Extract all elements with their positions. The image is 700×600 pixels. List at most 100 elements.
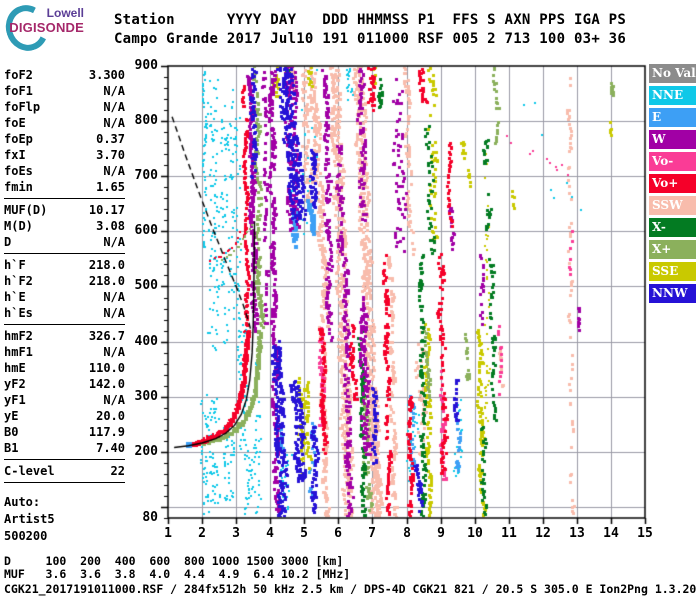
y-tick-label: 400 xyxy=(134,334,158,349)
param-row: yF1 N/A xyxy=(4,392,125,408)
param-label: M(D) xyxy=(4,219,33,233)
param-label: h`E xyxy=(4,290,26,304)
param-label: fmin xyxy=(4,180,33,194)
legend-item-nne: NNE xyxy=(649,86,696,105)
param-value: 117.9 xyxy=(88,425,125,439)
param-group: h`F 218.0 h`F2 218.0 h`E N/A h`Es N/A xyxy=(4,256,125,325)
x-tick-label: 4 xyxy=(266,526,274,541)
param-value: 0.37 xyxy=(96,132,125,146)
x-tick-label: 6 xyxy=(334,526,342,541)
autoscaling-line: Auto: xyxy=(4,495,41,509)
y-tick-label: 500 xyxy=(134,278,158,293)
parameter-panel: foF2 3.300 foF1 N/A foFlp N/A foE N/A foEp 0.37 fx… xyxy=(4,66,125,545)
param-value: 22 xyxy=(110,464,125,478)
param-row: h`F2 218.0 xyxy=(4,273,125,289)
param-row: D N/A xyxy=(4,234,125,250)
x-tick-label: 2 xyxy=(198,526,206,541)
param-label: h`F xyxy=(4,258,26,272)
x-tick-label: 3 xyxy=(232,526,240,541)
header-values-line: Campo Grande 2017 Jul10 191 011000 RSF 0… xyxy=(114,31,627,47)
param-row: foE N/A xyxy=(4,115,125,131)
param-value: N/A xyxy=(103,235,125,249)
param-value: N/A xyxy=(103,164,125,178)
digisonde-logo: Lowell DIGISONDE xyxy=(0,0,109,57)
legend-item-x-: X- xyxy=(649,218,696,237)
param-value: N/A xyxy=(103,345,125,359)
param-row: hmE 110.0 xyxy=(4,360,125,376)
param-group: foF2 3.300 foF1 N/A foFlp N/A foE N/A foEp 0.37 fx… xyxy=(4,66,125,199)
param-label: foEp xyxy=(4,132,33,146)
param-label: C-level xyxy=(4,464,55,478)
param-row: C-level 22 xyxy=(4,463,125,479)
x-tick-label: 7 xyxy=(368,526,376,541)
param-value: 1.65 xyxy=(96,180,125,194)
header-labels-line: Station YYYY DAY DDD HHMMSS P1 FFS S AXN… xyxy=(114,12,627,28)
param-row: MUF(D) 10.17 xyxy=(4,202,125,218)
param-value: 10.17 xyxy=(88,203,125,217)
param-label: foEs xyxy=(4,164,33,178)
param-label: yF1 xyxy=(4,393,26,407)
param-label: foF2 xyxy=(4,68,33,82)
param-row: yF2 142.0 xyxy=(4,376,125,392)
param-value: N/A xyxy=(103,393,125,407)
param-label: fxI xyxy=(4,148,26,162)
legend-item-ssw: SSW xyxy=(649,196,696,215)
param-value: 326.7 xyxy=(88,329,125,343)
y-tick-label: 200 xyxy=(134,444,158,459)
param-label: B1 xyxy=(4,441,19,455)
param-label: h`F2 xyxy=(4,274,33,288)
param-value: 7.40 xyxy=(96,441,125,455)
param-value: 110.0 xyxy=(88,361,125,375)
param-row: foF2 3.300 xyxy=(4,67,125,83)
y-tick-label: 600 xyxy=(134,223,158,238)
status-line: CGK21_2017191011000.RSF / 284fx512h 50 k… xyxy=(4,582,697,596)
logo-lowell-label: Lowell xyxy=(46,6,84,20)
param-row: B1 7.40 xyxy=(4,440,125,456)
x-tick-label: 10 xyxy=(467,526,483,541)
param-value: 218.0 xyxy=(88,258,125,272)
param-group: hmF2 326.7 hmF1 N/A hmE 110.0 yF2 142.0 yF1 N/A yE… xyxy=(4,327,125,460)
legend-item-w: W xyxy=(649,130,696,149)
param-label: yE xyxy=(4,409,19,423)
param-label: hmE xyxy=(4,361,26,375)
param-label: hmF2 xyxy=(4,329,33,343)
param-group: C-level 22 xyxy=(4,462,125,483)
legend-item-no-val: No Val xyxy=(649,64,696,83)
legend-item-vo-: Vo+ xyxy=(649,174,696,193)
autoscaling-info: Auto: Artist5 500200 xyxy=(4,494,125,545)
x-tick-label: 14 xyxy=(603,526,619,541)
param-row: hmF2 326.7 xyxy=(4,328,125,344)
param-row: foEp 0.37 xyxy=(4,131,125,147)
x-tick-label: 1 xyxy=(164,526,172,541)
param-row: B0 117.9 xyxy=(4,424,125,440)
x-tick-label: 11 xyxy=(501,526,517,541)
param-row: fmin 1.65 xyxy=(4,179,125,195)
param-row: fxI 3.70 xyxy=(4,147,125,163)
param-row: foEs N/A xyxy=(4,163,125,179)
y-tick-label: 900 xyxy=(134,58,158,73)
ionogram-app: Lowell DIGISONDE Station YYYY DAY DDD HH… xyxy=(0,0,700,600)
y-tick-label: 700 xyxy=(134,168,158,183)
param-value: N/A xyxy=(103,116,125,130)
param-value: 3.300 xyxy=(88,68,125,82)
muf-row: MUF 3.6 3.6 3.8 4.0 4.4 4.9 6.4 10.2 [MH… xyxy=(4,567,351,581)
legend-item-sse: SSE xyxy=(649,262,696,281)
y-tick-label: 80 xyxy=(142,510,158,525)
param-value: N/A xyxy=(103,100,125,114)
param-value: 3.70 xyxy=(96,148,125,162)
header-block: Station YYYY DAY DDD HHMMSS P1 FFS S AXN… xyxy=(114,11,626,49)
param-label: MUF(D) xyxy=(4,203,48,217)
autoscaling-line: 500200 xyxy=(4,529,48,543)
param-value: 3.08 xyxy=(96,219,125,233)
x-tick-label: 5 xyxy=(300,526,308,541)
legend-item-nnw: NNW xyxy=(649,284,696,303)
param-row: h`E N/A xyxy=(4,289,125,305)
param-row: h`Es N/A xyxy=(4,305,125,321)
param-label: foE xyxy=(4,116,26,130)
x-tick-label: 15 xyxy=(637,526,653,541)
param-value: 218.0 xyxy=(88,274,125,288)
param-label: foF1 xyxy=(4,84,33,98)
param-label: h`Es xyxy=(4,306,33,320)
param-label: foFlp xyxy=(4,100,41,114)
logo-digisonde-label: DIGISONDE xyxy=(9,20,84,35)
